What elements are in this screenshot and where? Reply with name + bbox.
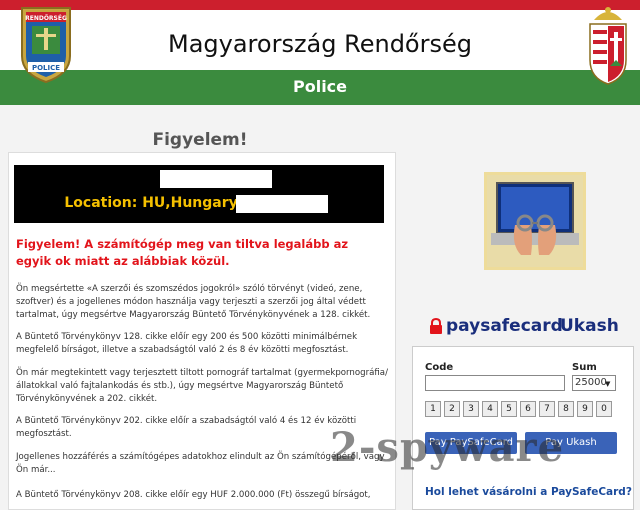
- paragraph-3: Ön már megtekintett vagy terjesztett til…: [16, 368, 388, 404]
- keypad-key-6[interactable]: 6: [520, 401, 536, 417]
- paragraph-6: A Büntető Törvénykönyv 208. cikke előír …: [16, 490, 371, 500]
- flag-stripe-red: [0, 0, 640, 10]
- site-subtitle: Police: [292, 77, 348, 96]
- badge-bottom-text: POLICE: [32, 64, 60, 72]
- keypad-key-3[interactable]: 3: [463, 401, 479, 417]
- lock-icon: [430, 318, 442, 334]
- keypad: 1 2 3 4 5 6 7 8 9 0: [425, 401, 621, 417]
- site-title: Magyarország Rendőrség: [168, 30, 472, 58]
- keypad-key-4[interactable]: 4: [482, 401, 498, 417]
- keypad-key-7[interactable]: 7: [539, 401, 555, 417]
- watermark-text: 2-spyware: [330, 424, 565, 471]
- redacted-location: [236, 195, 328, 213]
- warning-text: Figyelem! A számítógép meg van tiltva le…: [16, 237, 349, 268]
- redacted-ip: [160, 170, 272, 188]
- paragraph-2: A Büntető Törvénykönyv 128. cikke előír …: [16, 332, 358, 355]
- police-badge-icon: RENDŐRSÉG POLICE: [21, 7, 71, 84]
- site-header: Magyarország Rendőrség Police RENDŐRSÉG …: [0, 0, 640, 105]
- handcuffs-laptop-photo: [484, 172, 586, 270]
- keypad-key-2[interactable]: 2: [444, 401, 460, 417]
- page-heading: Figyelem!: [152, 130, 248, 150]
- code-input[interactable]: [425, 375, 565, 391]
- sum-label: Sum: [572, 362, 597, 373]
- code-label: Code: [425, 362, 454, 373]
- paysafecard-help-link[interactable]: Hol lehet vásárolni a PaySafeCard?: [425, 486, 632, 498]
- paragraph-1: Ön megsértette «A szerzői és szomszédos …: [16, 284, 371, 320]
- keypad-key-1[interactable]: 1: [425, 401, 441, 417]
- keypad-key-0[interactable]: 0: [596, 401, 612, 417]
- keypad-key-8[interactable]: 8: [558, 401, 574, 417]
- ukash-logo: Ukash: [560, 316, 619, 336]
- hungarian-crest-icon: [589, 7, 627, 85]
- keypad-key-9[interactable]: 9: [577, 401, 593, 417]
- badge-top-text: RENDŐRSÉG: [25, 14, 67, 22]
- chevron-down-icon[interactable]: ▼: [605, 380, 610, 388]
- paysafecard-logo: paysafecard: [446, 316, 563, 336]
- keypad-key-5[interactable]: 5: [501, 401, 517, 417]
